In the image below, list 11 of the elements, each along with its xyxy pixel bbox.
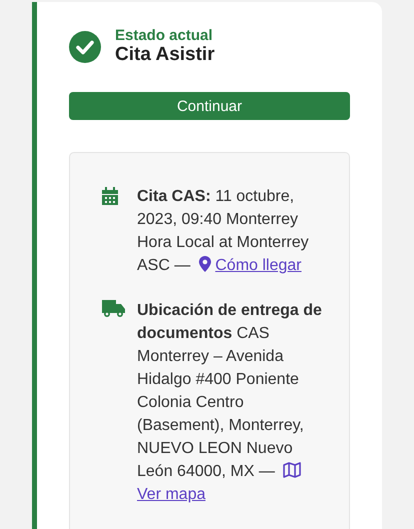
- map-icon: [283, 462, 302, 478]
- truck-icon: [102, 300, 125, 318]
- status-value: Cita Asistir: [115, 44, 215, 66]
- map-pin-icon: [198, 256, 211, 272]
- status-label: Estado actual: [115, 28, 214, 44]
- continue-button[interactable]: Continuar: [69, 92, 350, 120]
- calendar-icon: [102, 187, 118, 205]
- detail-link[interactable]: Ver mapa: [137, 486, 206, 503]
- detail-link[interactable]: Cómo llegar: [215, 257, 302, 274]
- detail-text: Ubicación de entrega de documentos CAS Monterrey – Avenida Hidalgo #400 Poniente Colonia Centro (Basement), Monterrey, NUEVO LEON Nuevo León 64000, MX — Ver mapa: [137, 301, 323, 505]
- detail-text: Cita CAS: 11 octubre, 2023, 09:40 Monterrey Hora Local at Monterrey ASC — Cómo llegar: [137, 187, 310, 276]
